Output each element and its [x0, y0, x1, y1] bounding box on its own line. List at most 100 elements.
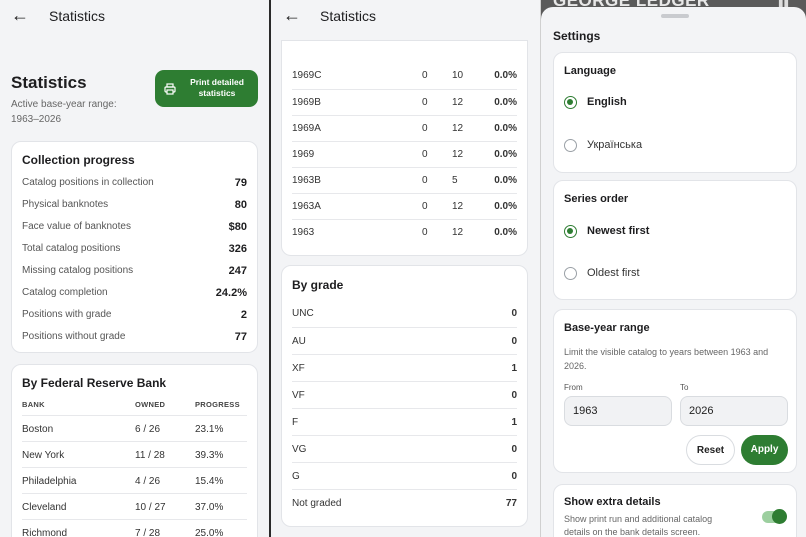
table-row[interactable]: New York 11 / 28 39.3%	[22, 441, 247, 467]
owned-count: 0	[422, 227, 428, 238]
owned-count: 7 / 28	[135, 528, 161, 537]
app-bar-title: Statistics	[49, 8, 106, 24]
language-option-ukrainian[interactable]: Українська	[564, 138, 784, 154]
series-option-newest[interactable]: Newest first	[564, 224, 784, 240]
stat-row: Positions with grade 2	[22, 307, 247, 323]
stat-label: Positions with grade	[22, 309, 112, 320]
grade-count: 0	[511, 390, 517, 401]
series-card: 1969C 0 10 0.0% 1969B 0 12 0.0% 1969A 0 12 0.0% 1…	[281, 40, 528, 256]
total-count: 10	[452, 70, 464, 81]
back-arrow-icon[interactable]: ←	[283, 5, 301, 25]
owned-count: 0	[422, 97, 428, 108]
radio-selected-icon[interactable]	[564, 225, 577, 238]
grade-row: XF 1	[292, 354, 517, 381]
language-option-english[interactable]: English	[564, 95, 784, 111]
series-name: 1969B	[292, 97, 321, 108]
statistics-screen-middle: ← Statistics 1969C 0 10 0.0% 1969B 0 12 0.0% 1…	[271, 0, 540, 537]
progress-value: 23.1%	[195, 424, 224, 435]
series-name: 1969A	[292, 123, 321, 134]
table-row[interactable]: 1963 0 12 0.0%	[292, 219, 517, 245]
grade-count: 0	[511, 336, 517, 347]
grade-count: 0	[511, 308, 517, 319]
apply-button[interactable]: Apply	[741, 435, 788, 465]
stat-label: Catalog completion	[22, 287, 108, 298]
radio-selected-icon[interactable]	[564, 96, 577, 109]
total-count: 12	[452, 149, 464, 160]
to-year-input[interactable]: 2026	[680, 396, 788, 426]
table-row[interactable]: 1969 0 12 0.0%	[292, 141, 517, 167]
range-label: Active base-year range:	[11, 99, 117, 110]
column-header-progress: PROGRESS	[195, 400, 240, 409]
radio-unselected-icon[interactable]	[564, 267, 577, 280]
table-row[interactable]: Boston 6 / 26 23.1%	[22, 415, 247, 441]
progress-value: 15.4%	[195, 476, 224, 487]
option-label: English	[587, 96, 627, 108]
reset-button[interactable]: Reset	[686, 435, 735, 465]
bank-name: New York	[22, 450, 65, 461]
table-row[interactable]: Philadelphia 4 / 26 15.4%	[22, 467, 247, 493]
bank-name: Philadelphia	[22, 476, 77, 487]
grade-row: F1	[292, 408, 517, 435]
series-option-oldest[interactable]: Oldest first	[564, 266, 784, 282]
bank-name: Boston	[22, 424, 54, 435]
stat-label: Positions without grade	[22, 331, 126, 342]
progress-value: 0.0%	[494, 227, 517, 238]
grade-card: By grade UNC 0 AU 0 XF 1 VF 0 F1 VG 0 G0 Not …	[281, 265, 528, 527]
extra-details-toggle[interactable]	[762, 509, 787, 524]
grade-count: 0	[511, 444, 517, 455]
stat-row: Physical banknotes 80	[22, 197, 247, 213]
range-value: 1963–2026	[11, 114, 62, 125]
from-label: From	[564, 383, 583, 392]
stat-value: 80	[234, 199, 247, 211]
grade-row: VG 0	[292, 435, 517, 462]
stat-value: 77	[234, 331, 247, 343]
table-row[interactable]: 1963B 0 5 0.0%	[292, 167, 517, 193]
stat-value: 2	[240, 309, 247, 321]
progress-value: 0.0%	[494, 149, 517, 160]
progress-value: 0.0%	[494, 97, 517, 108]
print-button-label: Print detailed statistics	[190, 77, 244, 98]
table-row[interactable]: Cleveland 10 / 27 37.0%	[22, 493, 247, 519]
owned-count: 11 / 28	[135, 450, 165, 461]
table-row[interactable]: 1969B 0 12 0.0%	[292, 89, 517, 115]
progress-value: 25.0%	[195, 528, 224, 537]
grade-name: F	[292, 417, 299, 428]
sheet-title: Settings	[553, 29, 601, 43]
grade-name: Not graded	[292, 498, 342, 509]
series-name: 1969	[292, 149, 315, 160]
stat-value: 247	[228, 265, 247, 277]
extra-details-card: Show extra details Show print run and ad…	[553, 484, 797, 537]
table-row[interactable]: 1963A 0 12 0.0%	[292, 193, 517, 219]
owned-count: 4 / 26	[135, 476, 161, 487]
back-arrow-icon[interactable]: ←	[11, 5, 29, 25]
table-row[interactable]: Richmond 7 / 28 25.0%	[22, 519, 247, 537]
radio-unselected-icon[interactable]	[564, 139, 577, 152]
section-title: Series order	[564, 193, 629, 205]
table-row[interactable]: 1969A 0 12 0.0%	[292, 115, 517, 141]
progress-value: 0.0%	[494, 201, 517, 212]
progress-value: 39.3%	[195, 450, 224, 461]
settings-sheet: Settings Language English Українська Ser…	[541, 7, 806, 537]
from-year-input[interactable]: 1963	[564, 396, 672, 426]
table-row[interactable]: 1969C 0 10 0.0%	[292, 63, 517, 89]
column-header-bank: BANK	[22, 400, 45, 409]
option-label: Українська	[587, 139, 643, 151]
card-title: By grade	[292, 278, 344, 292]
owned-count: 0	[422, 175, 428, 186]
progress-value: 0.0%	[494, 175, 517, 186]
stat-row: Positions without grade 77	[22, 329, 247, 345]
stat-label: Face value of banknotes	[22, 221, 131, 232]
drag-handle[interactable]	[661, 14, 689, 18]
grade-count: 1	[511, 363, 517, 374]
print-button[interactable]: Print detailed statistics	[155, 70, 258, 107]
stat-label: Missing catalog positions	[22, 265, 134, 276]
top-app-bar: ← Statistics	[271, 0, 540, 32]
owned-count: 0	[422, 149, 428, 160]
series-name: 1963A	[292, 201, 321, 212]
stat-label: Total catalog positions	[22, 243, 121, 254]
stat-value: $80	[228, 221, 247, 233]
section-title: Show extra details	[564, 496, 661, 508]
grade-name: G	[292, 471, 300, 482]
page-title: Statistics	[11, 73, 87, 92]
grade-name: UNC	[292, 308, 314, 319]
